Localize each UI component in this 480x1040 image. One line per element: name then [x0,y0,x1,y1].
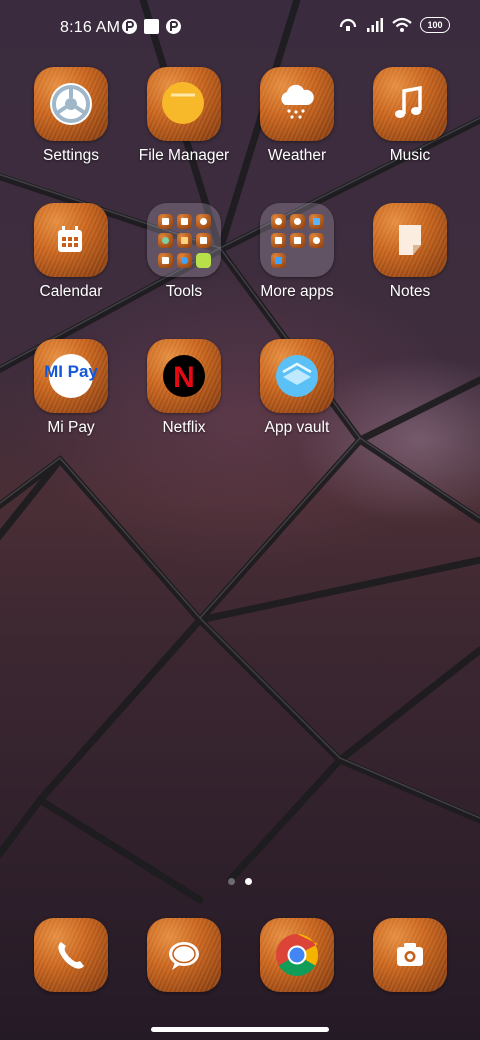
netflix-icon: N [147,339,221,413]
app-label: App vault [264,419,330,436]
app-label: More apps [260,283,334,300]
status-bar: 8:16 AM 100 [0,0,480,56]
wifi-icon [392,17,412,32]
app-netflix[interactable]: N Netflix [129,339,239,437]
folder-tools[interactable]: Tools [129,203,239,301]
mini-app-icon [290,233,305,249]
app-app-vault[interactable]: App vault [242,339,352,437]
mini-app-icon [196,214,211,229]
dock-phone[interactable] [16,918,126,992]
status-time: 8:16 AM [60,19,121,36]
page-indicator[interactable] [0,878,480,885]
app-label: Settings [42,147,99,164]
page-dot[interactable] [228,878,235,885]
app-music[interactable]: Music [355,67,465,165]
app-label: Mi Pay [47,419,95,436]
signal-icon [367,18,383,32]
app-label: Calendar [39,283,103,300]
app-calendar[interactable]: Calendar [16,203,126,301]
app-notes[interactable]: Notes [355,203,465,301]
notification-app-icon [122,19,137,34]
camera-icon [373,918,447,992]
notification-app-icon-2 [166,19,181,34]
mini-app-icon [196,252,211,268]
app-label: File Manager [138,147,230,164]
mini-app-icon [158,233,173,249]
app-label: Notes [389,283,431,300]
chrome-icon [260,918,334,992]
app-file-manager[interactable]: File Manager [129,67,239,165]
settings-icon [34,67,108,141]
messages-icon [147,918,221,992]
mini-app-icon [177,214,192,229]
dock-messages[interactable] [129,918,239,992]
music-icon [373,67,447,141]
weather-icon [260,67,334,141]
notes-icon [373,203,447,277]
page-dot-active[interactable] [245,878,252,885]
mini-app-icon [271,252,286,268]
tools-folder-icon [147,203,221,277]
battery-level: 100 [427,20,443,30]
app-vault-icon [260,339,334,413]
mi-pay-logo-text: MI Pay [44,362,98,381]
mi-pay-icon: MI Pay [34,339,108,413]
app-label: Tools [165,283,203,300]
app-label: Music [389,147,431,164]
folder-more-apps[interactable]: More apps [242,203,352,301]
more-apps-folder-icon [260,203,334,277]
dock-camera[interactable] [355,918,465,992]
mini-app-icon [309,214,324,229]
app-mi-pay[interactable]: MI Pay Mi Pay [16,339,126,437]
app-weather[interactable]: Weather [242,67,352,165]
battery-icon: 100 [420,17,450,33]
mini-app-icon [177,252,192,268]
app-label: Weather [267,147,327,164]
mini-app-icon [158,252,173,268]
square-notification-icon [144,19,159,34]
dock-chrome[interactable] [242,918,352,992]
app-label: Netflix [162,419,206,436]
netflix-logo-text: N [173,361,195,394]
mini-app-icon [158,214,173,229]
mini-app-icon [271,233,286,249]
mini-app-icon [290,214,305,229]
mini-app-icon [271,214,286,229]
gesture-home-bar[interactable] [151,1027,329,1032]
mini-app-icon [309,233,324,249]
calendar-icon [34,203,108,277]
phone-icon [34,918,108,992]
mini-app-icon [177,233,192,249]
hotspot-icon [339,18,357,31]
app-settings[interactable]: Settings [16,67,126,165]
file-manager-icon [147,67,221,141]
mini-app-icon [196,233,211,249]
